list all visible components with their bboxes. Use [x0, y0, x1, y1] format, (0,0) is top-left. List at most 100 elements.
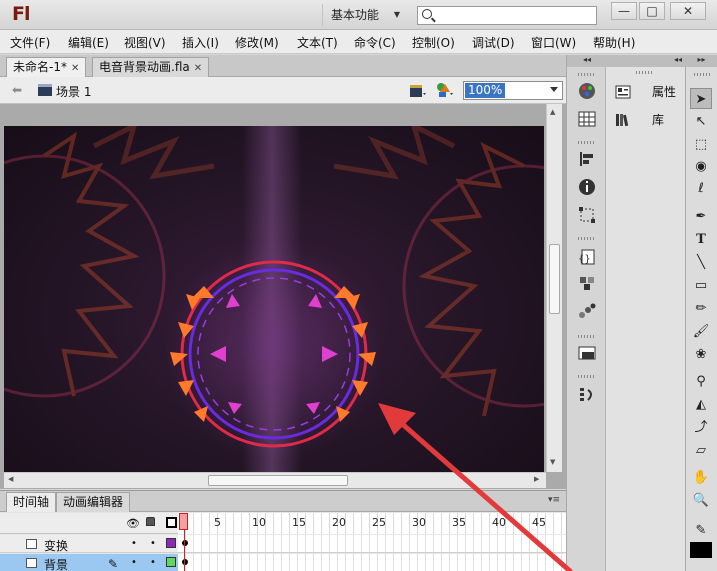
keyframe[interactable]	[182, 559, 188, 565]
motion-presets-icon[interactable]	[576, 301, 598, 321]
scroll-up-icon[interactable]: ▲	[550, 108, 555, 116]
close-icon: ✕	[682, 4, 694, 18]
back-arrow-icon[interactable]: ⬅	[12, 83, 22, 97]
transform-panel-icon[interactable]	[576, 205, 598, 225]
lock-icon[interactable]	[146, 517, 155, 526]
outline-icon[interactable]	[166, 517, 177, 528]
panel-grip[interactable]	[578, 375, 596, 378]
layer-color-swatch[interactable]	[166, 557, 176, 567]
deco-tool-icon[interactable]: ❀	[690, 344, 712, 365]
tab-timeline[interactable]: 时间轴	[6, 492, 57, 512]
pencil-icon: ✎	[108, 557, 119, 571]
menu-commands[interactable]: 命令(C)	[354, 34, 396, 51]
free-transform-tool-icon[interactable]: ⬚	[690, 134, 712, 155]
library-panel-button[interactable]: 库	[614, 110, 684, 130]
tools-panel: ▸▸ ➤ ↖ ⬚ ◉ ℓ ✒ T ╲ ▭ ✏ 🖌 ❀ ⚲ ◭ ⤴ ▱ ✋ 🔍 ✎	[686, 55, 717, 571]
line-tool-icon[interactable]: ╲	[690, 252, 712, 273]
menu-file[interactable]: 文件(F)	[10, 34, 50, 51]
properties-icon	[615, 85, 631, 99]
playhead-line	[184, 530, 185, 571]
pen-tool-icon[interactable]: ✒	[690, 206, 712, 227]
close-tab-icon[interactable]: ✕	[194, 63, 202, 74]
panel-grip[interactable]	[636, 71, 654, 74]
expand-icon[interactable]: ▸▸	[686, 55, 717, 67]
tab-untitled-1[interactable]: 未命名-1* ✕	[6, 57, 87, 77]
annotation-arrow	[378, 403, 573, 571]
align-panel-icon[interactable]	[576, 149, 598, 169]
panel-grip[interactable]	[578, 141, 596, 144]
edit-scene-icon[interactable]	[436, 82, 454, 98]
tab-label: 电音背景动画.fla	[99, 60, 190, 74]
tab-label: 未命名-1*	[13, 60, 67, 74]
project-panel-icon[interactable]	[576, 343, 598, 363]
menu-edit[interactable]: 编辑(E)	[68, 34, 109, 51]
panel-grip[interactable]	[578, 73, 596, 76]
menu-window[interactable]: 窗口(W)	[531, 34, 576, 51]
brush-tool-icon[interactable]: 🖌	[690, 321, 712, 342]
edit-symbols-icon[interactable]	[409, 82, 427, 98]
lock-dot[interactable]: •	[150, 557, 156, 568]
paint-bucket-tool-icon[interactable]: ◭	[690, 394, 712, 415]
keyframe[interactable]	[182, 540, 188, 546]
properties-panel-button[interactable]: 属性	[614, 82, 684, 102]
app-logo: Fl	[12, 3, 30, 25]
search-input[interactable]	[417, 6, 597, 25]
menu-view[interactable]: 视图(V)	[124, 34, 166, 51]
menu-text[interactable]: 文本(T)	[297, 34, 338, 51]
scene-label: 场景 1	[56, 85, 92, 99]
search-icon	[422, 9, 432, 19]
menu-help[interactable]: 帮助(H)	[593, 34, 635, 51]
lasso-tool-icon[interactable]: ℓ	[690, 178, 712, 199]
scroll-left-icon[interactable]: ◀	[8, 475, 13, 483]
horizontal-scroll-thumb[interactable]	[208, 475, 348, 486]
ruler-number: 5	[214, 516, 221, 529]
collapse-icon[interactable]: ◂◂	[606, 55, 686, 67]
close-window-button[interactable]: ✕	[670, 2, 706, 20]
color-panel-icon[interactable]	[576, 81, 598, 101]
stroke-color-swatch[interactable]	[690, 542, 712, 558]
library-icon	[616, 114, 629, 127]
code-snippets-icon[interactable]: {}	[576, 247, 598, 267]
zoom-select[interactable]: 100%	[463, 81, 563, 100]
selection-tool-icon[interactable]: ➤	[690, 88, 712, 109]
eye-icon[interactable]: 👁	[126, 517, 140, 530]
menu-insert[interactable]: 插入(I)	[182, 34, 219, 51]
eraser-tool-icon[interactable]: ▱	[690, 440, 712, 461]
maximize-button[interactable]: □	[639, 2, 665, 20]
hand-tool-icon[interactable]: ✋	[690, 467, 712, 488]
pencil-tool-icon[interactable]: ✏	[690, 298, 712, 319]
panel-grip[interactable]	[578, 335, 596, 338]
panel-grip[interactable]	[694, 73, 710, 76]
menu-modify[interactable]: 修改(M)	[235, 34, 279, 51]
rectangle-tool-icon[interactable]: ▭	[690, 275, 712, 296]
scene-clapper-icon	[38, 84, 52, 96]
stroke-color-icon[interactable]: ✎	[690, 520, 712, 541]
eyedropper-tool-icon[interactable]: ⤴	[690, 417, 712, 438]
layer-color-swatch[interactable]	[166, 538, 176, 548]
text-tool-icon[interactable]: T	[690, 229, 712, 250]
playhead[interactable]	[179, 513, 188, 530]
tab-motion-editor[interactable]: 动画编辑器	[56, 492, 131, 512]
zoom-tool-icon[interactable]: 🔍	[690, 490, 712, 511]
layer-icon	[26, 539, 37, 549]
collapse-icon[interactable]: ◂◂	[567, 55, 607, 67]
workspace-switcher[interactable]: 基本功能 ▼	[322, 4, 406, 26]
panel-grip[interactable]	[578, 237, 596, 240]
menu-control[interactable]: 控制(O)	[412, 34, 455, 51]
subselection-tool-icon[interactable]: ↖	[690, 111, 712, 132]
visibility-dot[interactable]: •	[131, 557, 137, 568]
close-tab-icon[interactable]: ✕	[71, 63, 79, 74]
maximize-icon: □	[646, 4, 658, 18]
swatches-panel-icon[interactable]	[576, 109, 598, 129]
components-panel-icon[interactable]	[576, 273, 598, 293]
info-panel-icon[interactable]	[576, 177, 598, 197]
lock-dot[interactable]: •	[150, 538, 156, 549]
visibility-dot[interactable]: •	[131, 538, 137, 549]
minimize-button[interactable]: —	[611, 2, 637, 20]
menu-debug[interactable]: 调试(D)	[472, 34, 515, 51]
vertical-scroll-thumb[interactable]	[549, 244, 560, 314]
background-ring-left	[4, 131, 166, 398]
bone-tool-icon[interactable]: ⚲	[690, 371, 712, 392]
tab-music-bg-animation[interactable]: 电音背景动画.fla ✕	[92, 57, 210, 77]
3d-rotation-tool-icon[interactable]: ◉	[690, 156, 712, 177]
